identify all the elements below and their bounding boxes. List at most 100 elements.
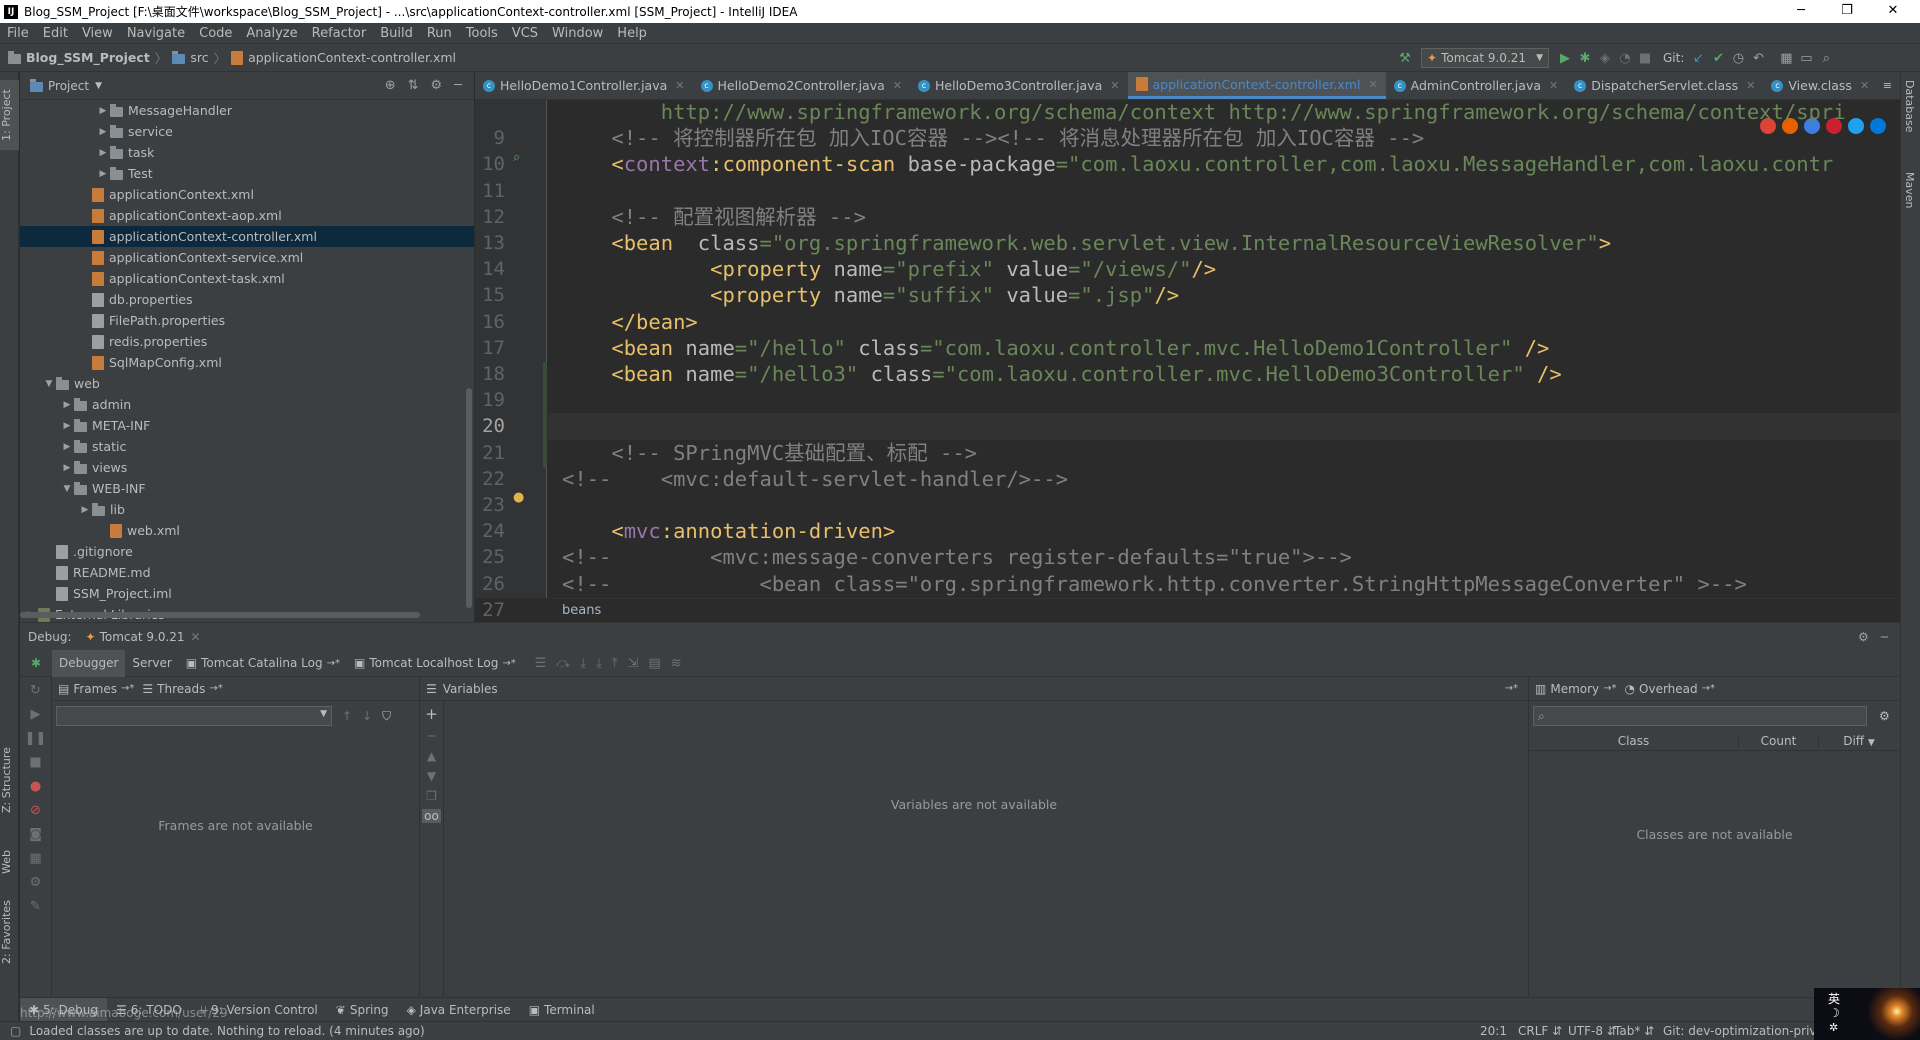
menu-run[interactable]: Run — [420, 26, 459, 41]
class-search-input[interactable]: ⌕ — [1533, 706, 1867, 726]
coverage-icon[interactable]: ◈ — [1595, 51, 1615, 66]
tree-item[interactable]: FilePath.properties — [20, 310, 474, 331]
editor-tab[interactable]: applicationContext-controller.xml ✕ — [1127, 72, 1386, 99]
tree-item[interactable]: db.properties — [20, 289, 474, 310]
close-icon[interactable]: ✕ — [191, 630, 201, 644]
collapse-arrow-icon[interactable]: ▶ — [60, 463, 74, 473]
code-line[interactable]: <!-- <mvc:message-converters register-de… — [562, 544, 1352, 570]
code-line[interactable]: <bean name="/hello3" class="com.laoxu.co… — [562, 361, 1561, 387]
settings-gear-icon[interactable]: ⚙ — [1858, 630, 1869, 644]
editor-tab[interactable]: c HelloDemo1Controller.java ✕ — [475, 72, 693, 99]
memory-tab[interactable]: Memory — [1550, 682, 1599, 696]
collapse-arrow-icon[interactable]: ▶ — [96, 148, 110, 158]
tool-tab-web[interactable]: Web — [0, 842, 19, 882]
pause-icon[interactable]: ❚❚ — [25, 731, 47, 746]
tool-tab-favorites[interactable]: 2: Favorites — [0, 892, 19, 972]
run-icon[interactable]: ▶ — [1555, 51, 1575, 66]
breadcrumb-folder[interactable]: src — [190, 50, 208, 65]
menu-code[interactable]: Code — [192, 26, 239, 41]
code-line[interactable]: <mvc:annotation-driven> — [562, 518, 895, 544]
collapse-arrow-icon[interactable]: ▶ — [96, 169, 110, 179]
arrow-down-icon[interactable]: ↓ — [362, 709, 372, 723]
menu-file[interactable]: File — [0, 26, 36, 41]
edge-icon[interactable] — [1870, 118, 1886, 134]
tree-horizontal-scrollbar[interactable] — [20, 612, 420, 618]
force-step-into-icon[interactable]: ⤓ — [596, 656, 602, 671]
menu-tools[interactable]: Tools — [459, 26, 505, 41]
run-to-cursor-icon[interactable]: ⇲ — [628, 656, 639, 671]
menu-analyze[interactable]: Analyze — [239, 26, 304, 41]
tree-item[interactable]: ▶ static — [20, 436, 474, 457]
editor-tab[interactable]: c HelloDemo2Controller.java ✕ — [693, 72, 911, 99]
expand-arrow-icon[interactable]: ▼ — [42, 379, 56, 389]
threads-tab[interactable]: Threads — [157, 682, 205, 696]
tab-list-icon[interactable]: ≡ — [1883, 79, 1892, 92]
pin-icon[interactable]: ✎ — [30, 899, 41, 914]
search-everywhere-icon[interactable]: ⌕ — [1816, 51, 1836, 66]
evaluate-expression-icon[interactable]: ▤ — [648, 656, 660, 671]
git-commit-icon[interactable]: ✔ — [1708, 51, 1728, 66]
tree-item[interactable]: redis.properties — [20, 331, 474, 352]
code-line[interactable]: <bean name="/hello" class="com.laoxu.con… — [562, 335, 1549, 361]
editor-tab[interactable]: c AdminController.java ✕ — [1386, 72, 1567, 99]
menu-vcs[interactable]: VCS — [505, 26, 545, 41]
ime-widget[interactable]: 英 ☽ ✲ — [1814, 988, 1920, 1040]
menu-navigate[interactable]: Navigate — [120, 26, 192, 41]
chevron-down-icon[interactable]: ▼ — [95, 81, 102, 91]
show-execution-point-icon[interactable]: ☰ — [535, 656, 547, 671]
code-line[interactable]: </bean> — [562, 309, 697, 335]
close-tab-icon[interactable]: ✕ — [1368, 78, 1377, 91]
tab-server[interactable]: Server — [125, 650, 178, 677]
status-square-icon[interactable]: ▢ — [10, 1024, 21, 1038]
code-line[interactable]: <context:component-scan base-package="co… — [562, 151, 1833, 177]
collapse-arrow-icon[interactable]: ▶ — [60, 421, 74, 431]
tree-item[interactable]: ▼ web — [20, 373, 474, 394]
tree-item[interactable]: ▶ task — [20, 142, 474, 163]
code-editor[interactable]: http://www.springframework.org/schema/co… — [548, 100, 1900, 598]
stop-icon[interactable]: ■ — [29, 755, 41, 770]
tool-tab-database[interactable]: Database — [1903, 80, 1916, 133]
menu-view[interactable]: View — [75, 26, 120, 41]
move-up-icon[interactable]: ▲ — [427, 749, 436, 763]
tree-item[interactable]: applicationContext-controller.xml — [20, 226, 474, 247]
collapse-arrow-icon[interactable]: ▶ — [60, 400, 74, 410]
tab-localhost-log[interactable]: ▣ Tomcat Localhost Log →* — [347, 650, 523, 677]
settings-gear-icon[interactable]: ⚙ — [1879, 709, 1890, 723]
expand-arrow-icon[interactable]: ▼ — [60, 484, 74, 494]
menu-refactor[interactable]: Refactor — [305, 26, 374, 41]
tree-item[interactable]: applicationContext.xml — [20, 184, 474, 205]
file-encoding[interactable]: UTF-8 ⇵ — [1568, 1024, 1617, 1038]
column-diff[interactable]: Diff ▼ — [1819, 734, 1899, 748]
bottom-tab[interactable]: ❦ Spring — [327, 998, 398, 1022]
menu-help[interactable]: Help — [610, 26, 654, 41]
tree-item[interactable]: applicationContext-task.xml — [20, 268, 474, 289]
rerun-icon[interactable]: ↻ — [30, 683, 41, 698]
locate-crosshair-icon[interactable]: ⊕ — [385, 78, 396, 93]
ie-icon[interactable] — [1848, 118, 1864, 134]
hide-panel-icon[interactable]: ─ — [454, 78, 462, 93]
git-revert-icon[interactable]: ↶ — [1748, 51, 1768, 66]
settings-gear-icon[interactable]: ⚙ — [431, 78, 443, 93]
menu-window[interactable]: Window — [545, 26, 610, 41]
add-watch-icon[interactable]: + — [425, 705, 438, 723]
tree-item[interactable]: ▶ lib — [20, 499, 474, 520]
column-class[interactable]: Class — [1529, 733, 1739, 748]
code-line[interactable]: <!-- SPringMVC基础配置、标配 --> — [562, 440, 977, 466]
thread-select[interactable]: ▼ — [56, 706, 332, 726]
tree-item[interactable]: ▶ admin — [20, 394, 474, 415]
settings-gear-icon[interactable]: ⚙ — [30, 875, 42, 890]
close-tab-icon[interactable]: ✕ — [893, 79, 902, 92]
close-tab-icon[interactable]: ✕ — [675, 79, 684, 92]
tree-item[interactable]: ▶ MessageHandler — [20, 100, 474, 121]
camera-icon[interactable]: ◙ — [29, 827, 42, 842]
code-line[interactable]: <!-- <mvc:default-servlet-handler/>--> — [562, 466, 1068, 492]
tree-item[interactable]: applicationContext-service.xml — [20, 247, 474, 268]
menu-build[interactable]: Build — [373, 26, 420, 41]
view-breakpoints-icon[interactable]: ● — [30, 779, 41, 794]
editor-tab[interactable]: c HelloDemo3Controller.java ✕ — [910, 72, 1128, 99]
run-config-select[interactable]: ✦ Tomcat 9.0.21 ▼ — [1421, 48, 1549, 68]
tree-item[interactable]: SqlMapConfig.xml — [20, 352, 474, 373]
git-update-icon[interactable]: ↙ — [1688, 51, 1708, 66]
build-hammer-icon[interactable]: ⚒ — [1395, 51, 1415, 66]
tab-debugger[interactable]: Debugger — [52, 649, 126, 677]
